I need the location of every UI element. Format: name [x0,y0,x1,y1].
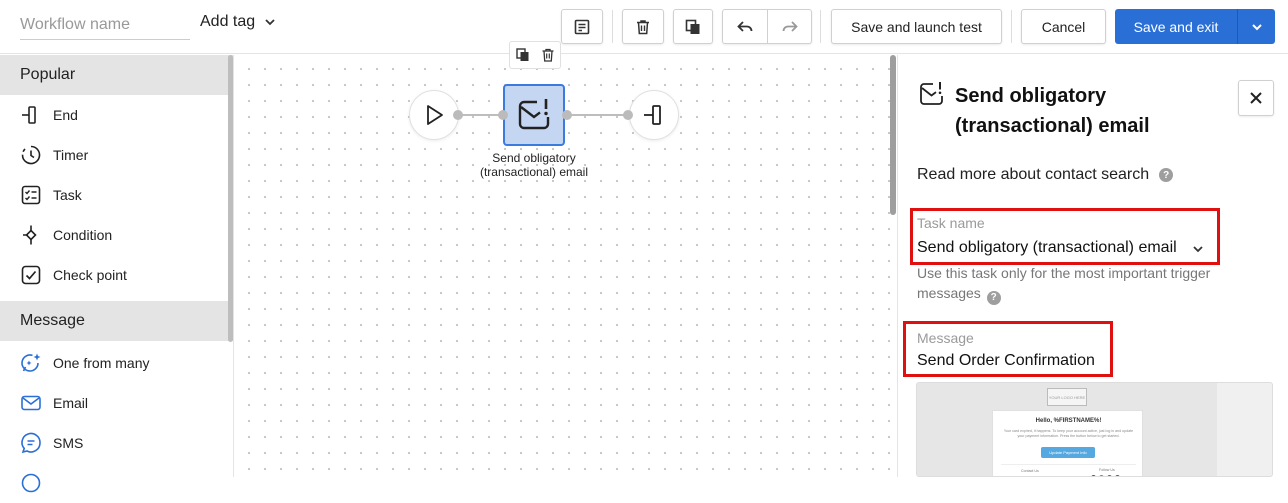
duplicate-button[interactable] [673,9,713,44]
notes-button[interactable] [561,9,603,44]
read-more-label: Read more about contact search [917,166,1150,183]
palette-item-email[interactable]: Email [0,383,233,423]
email-greeting: Hello, %FIRSTNAME%! [1035,418,1102,424]
undo-button[interactable] [723,10,767,43]
email-cta-button: Update Payment Info [1041,447,1095,458]
palette-item-label: End [53,107,78,123]
email-preview[interactable]: YOUR LOGO HERE Hello, %FIRSTNAME%! Your … [916,382,1273,477]
component-palette: Popular End Timer Task Condition Check p… [0,55,234,493]
chevron-down-icon [265,19,275,26]
canvas-scrollbar[interactable] [890,55,896,215]
redo-icon [782,20,798,32]
end-icon [644,105,661,125]
transactional-email-icon [518,99,550,130]
add-tag-label: Add tag [200,13,256,30]
email-contact-heading: Contact Us [1021,469,1039,473]
save-launch-test-button[interactable]: Save and launch test [831,9,1002,44]
email-body-text: Your card expired, it happens. To keep y… [1003,429,1134,438]
chevron-down-icon [1251,23,1262,30]
palette-item-label: Timer [53,147,89,163]
email-body: Hello, %FIRSTNAME%! Your card expired, i… [992,410,1143,476]
output-port[interactable] [562,110,572,120]
section-header-popular[interactable]: Popular [0,55,233,95]
check-point-icon [20,264,42,286]
palette-item-more[interactable] [0,463,233,503]
toolbar-divider [820,10,821,43]
palette-item-label: Task [53,187,82,203]
palette-item-label: One from many [53,355,150,371]
close-icon [1250,92,1262,104]
sms-icon [20,432,42,454]
trash-icon [542,48,553,62]
palette-item-check-point[interactable]: Check point [0,255,233,295]
email-preview-canvas: YOUR LOGO HERE Hello, %FIRSTNAME%! Your … [917,383,1217,476]
palette-item-label: Email [53,395,89,411]
condition-icon [20,224,42,246]
copy-icon [685,19,700,34]
message-icon [20,472,42,494]
email-logo-placeholder: YOUR LOGO HERE [1047,388,1087,406]
transactional-email-icon [920,82,943,105]
task-name-help-text: Use this task only for the most importan… [917,263,1227,305]
note-icon [574,19,590,34]
delete-node-button[interactable] [540,47,556,63]
add-tag-dropdown[interactable]: Add tag [200,13,277,31]
email-icon [20,392,42,414]
input-port[interactable] [498,110,508,120]
sidebar-scrollbar[interactable] [228,55,233,342]
email-divider [1001,464,1136,465]
palette-item-task[interactable]: Task [0,175,233,215]
task-icon [20,184,42,206]
cancel-button[interactable]: Cancel [1021,9,1106,44]
workflow-name-input[interactable] [20,10,190,40]
save-exit-button[interactable]: Save and exit [1115,9,1237,44]
task-name-select[interactable]: Send obligatory (transactional) email [917,239,1177,257]
help-icon[interactable]: ? [1159,168,1174,182]
panel-title: Send obligatory (transactional) email [955,85,1150,137]
top-toolbar: Add tag Save and launch test Cancel Save… [0,0,1288,54]
node-action-bar [509,41,561,69]
task-help-label: Use this task only for the most importan… [917,265,1211,301]
palette-item-one-from-many[interactable]: One from many [0,343,233,383]
section-header-message[interactable]: Message [0,301,233,341]
connector-line [565,114,629,116]
undo-icon [737,20,753,32]
toolbar-divider [1011,10,1012,43]
timer-icon [20,144,42,166]
node-label: Send obligatory (transactional) email [479,151,589,179]
connector-line [458,114,503,116]
message-label: Message [917,330,974,346]
copy-node-button[interactable] [515,47,531,63]
read-more-link[interactable]: Read more about contact search ? [917,166,1174,184]
chevron-down-icon[interactable] [1191,242,1205,256]
redo-button[interactable] [767,10,811,43]
transactional-email-node[interactable] [503,84,565,146]
palette-item-label: Condition [53,227,113,243]
end-node[interactable] [629,90,679,140]
trash-icon [637,19,649,34]
start-node[interactable] [409,90,459,140]
copy-icon [515,48,528,61]
palette-item-label: Check point [53,267,127,283]
help-icon[interactable]: ? [986,291,1001,305]
palette-item-timer[interactable]: Timer [0,135,233,175]
palette-item-sms[interactable]: SMS [0,423,233,463]
output-port[interactable] [453,110,463,120]
sparkle-message-icon [20,352,42,374]
close-panel-button[interactable] [1238,80,1274,116]
save-exit-split-button: Save and exit [1115,9,1275,44]
palette-item-label: SMS [53,435,84,451]
email-follow-heading: Follow Us [1099,468,1115,472]
save-options-dropdown[interactable] [1237,9,1275,44]
palette-item-condition[interactable]: Condition [0,215,233,255]
message-select[interactable]: Send Order Confirmation [917,352,1095,370]
toolbar-divider [612,10,613,43]
input-port[interactable] [623,110,633,120]
palette-item-end[interactable]: End [0,95,233,135]
task-name-label: Task name [917,215,985,231]
delete-button[interactable] [622,9,664,44]
end-icon [20,104,42,126]
undo-redo-group [722,9,812,44]
play-icon [427,105,443,125]
